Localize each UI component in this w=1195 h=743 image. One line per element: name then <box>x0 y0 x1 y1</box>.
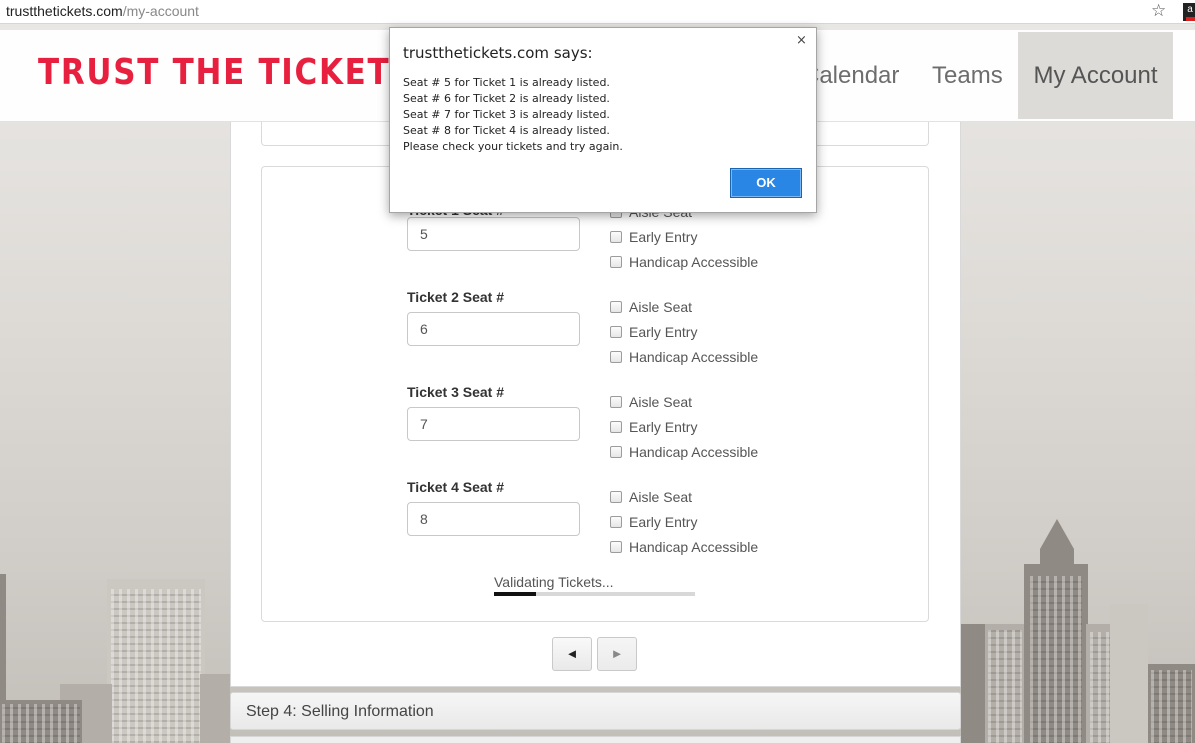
ticket-2-early-entry-option[interactable]: Early Entry <box>610 323 697 341</box>
dialog-message-line: Seat # 7 for Ticket 3 is already listed. <box>403 108 610 121</box>
url-text[interactable]: trustthetickets.com/my-account <box>6 3 199 19</box>
checkbox[interactable] <box>610 516 622 528</box>
alert-dialog: trustthetickets.com says: × Seat # 5 for… <box>389 27 817 213</box>
option-label: Aisle Seat <box>629 299 693 315</box>
building <box>1024 564 1088 743</box>
ticket-3-early-entry-option[interactable]: Early Entry <box>610 418 697 436</box>
option-label: Handicap Accessible <box>629 539 759 555</box>
extension-label: a <box>1187 4 1193 15</box>
building-windows <box>1151 670 1192 743</box>
option-label: Handicap Accessible <box>629 254 759 270</box>
ticket-2-handicap-option[interactable]: Handicap Accessible <box>610 348 758 366</box>
checkbox[interactable] <box>610 326 622 338</box>
option-label: Early Entry <box>629 229 698 245</box>
building-spire <box>1040 519 1074 569</box>
building <box>985 624 1025 743</box>
ticket-3-label: Ticket 3 Seat # <box>407 384 505 400</box>
checkbox[interactable] <box>610 351 622 363</box>
checkbox[interactable] <box>610 491 622 503</box>
checkbox[interactable] <box>610 231 622 243</box>
ticket-4-label: Ticket 4 Seat # <box>407 479 505 495</box>
option-label: Early Entry <box>629 514 698 530</box>
step-4-selling-information-header[interactable]: Step 4: Selling Information <box>230 692 961 730</box>
url-domain: trustthetickets.com <box>6 3 123 19</box>
option-label: Aisle Seat <box>629 394 693 410</box>
validation-progress-bar <box>494 592 695 596</box>
dialog-message-line: Please check your tickets and try again. <box>403 140 623 153</box>
ticket-4-seat-input[interactable] <box>407 502 580 536</box>
ticket-4-early-entry-option[interactable]: Early Entry <box>610 513 697 531</box>
checkbox[interactable] <box>610 446 622 458</box>
building <box>961 624 985 743</box>
ticket-2-seat-input[interactable] <box>407 312 580 346</box>
extension-badge <box>1186 17 1195 21</box>
star-icon[interactable]: ☆ <box>1151 1 1166 21</box>
building <box>1148 664 1195 743</box>
building-windows <box>1030 576 1082 743</box>
checkbox[interactable] <box>610 256 622 268</box>
option-label: Aisle Seat <box>629 489 693 505</box>
option-label: Early Entry <box>629 419 698 435</box>
checkbox[interactable] <box>610 396 622 408</box>
ok-button[interactable]: OK <box>730 168 802 198</box>
option-label: Early Entry <box>629 324 698 340</box>
building <box>1110 604 1148 743</box>
next-step-header[interactable] <box>230 736 961 743</box>
ticket-3-seat-input[interactable] <box>407 407 580 441</box>
ticket-3-handicap-option[interactable]: Handicap Accessible <box>610 443 758 461</box>
building-windows <box>988 630 1022 743</box>
building-windows <box>2 704 80 743</box>
ticket-3-aisle-seat-option[interactable]: Aisle Seat <box>610 393 692 411</box>
building <box>200 674 230 743</box>
ticket-4-aisle-seat-option[interactable]: Aisle Seat <box>610 488 692 506</box>
checkbox[interactable] <box>610 421 622 433</box>
dialog-message-line: Seat # 6 for Ticket 2 is already listed. <box>403 92 610 105</box>
ticket-1-early-entry-option[interactable]: Early Entry <box>610 228 697 246</box>
browser-address-bar[interactable]: trustthetickets.com/my-account ☆ a <box>0 0 1195 24</box>
url-path: /my-account <box>122 3 199 19</box>
nav-teams[interactable]: Teams <box>932 30 1003 122</box>
progress-fill <box>494 592 537 596</box>
close-icon[interactable]: × <box>796 33 807 48</box>
building <box>107 579 205 743</box>
dialog-message: Seat # 5 for Ticket 1 is already listed.… <box>403 75 623 155</box>
ticket-2-aisle-seat-option[interactable]: Aisle Seat <box>610 298 692 316</box>
dialog-message-line: Seat # 8 for Ticket 4 is already listed. <box>403 124 610 137</box>
checkbox[interactable] <box>610 541 622 553</box>
previous-step-button[interactable]: ◄ <box>552 637 592 671</box>
dialog-message-line: Seat # 5 for Ticket 1 is already listed. <box>403 76 610 89</box>
site-logo[interactable]: TRUST THE TICKETS. <box>38 52 428 93</box>
nav-my-account[interactable]: My Account <box>1018 32 1173 119</box>
ticket-2-label: Ticket 2 Seat # <box>407 289 505 305</box>
option-label: Handicap Accessible <box>629 349 759 365</box>
validating-status-text: Validating Tickets... <box>494 574 614 590</box>
ticket-1-handicap-option[interactable]: Handicap Accessible <box>610 253 758 271</box>
option-label: Handicap Accessible <box>629 444 759 460</box>
checkbox[interactable] <box>610 301 622 313</box>
building-windows <box>111 589 201 743</box>
next-step-button[interactable]: ► <box>597 637 637 671</box>
ticket-1-seat-input[interactable] <box>407 217 580 251</box>
extension-icon[interactable]: a <box>1183 3 1195 21</box>
building <box>0 700 82 743</box>
ticket-4-handicap-option[interactable]: Handicap Accessible <box>610 538 758 556</box>
seat-details-box <box>261 166 929 622</box>
dialog-title: trustthetickets.com says: <box>403 44 593 62</box>
